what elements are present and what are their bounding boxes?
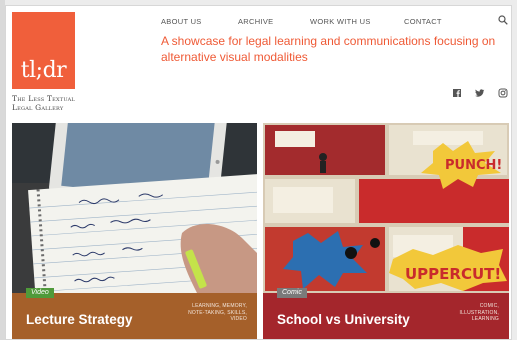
site-name-line2: Legal Gallery	[12, 103, 64, 112]
site-name-line1: The Less Textual	[12, 94, 75, 103]
category-badge[interactable]: Comic	[277, 288, 307, 298]
nav-contact[interactable]: CONTACT	[404, 17, 442, 26]
lecture-strategy-thumbnail	[12, 123, 257, 293]
site-name: The Less Textual Legal Gallery	[12, 94, 132, 112]
card-title[interactable]: Lecture Strategy	[26, 312, 133, 327]
school-vs-university-thumbnail: PUNCH! UPPERCUT!	[263, 123, 509, 293]
search-icon[interactable]	[498, 15, 508, 25]
site-tagline: A showcase for legal learning and commun…	[161, 34, 496, 64]
instagram-icon[interactable]	[498, 88, 508, 98]
nav-archive[interactable]: ARCHIVE	[238, 17, 273, 26]
card-tag: Video	[230, 316, 247, 322]
svg-text:UPPERCUT!: UPPERCUT!	[405, 265, 501, 283]
card-school-vs-university[interactable]: PUNCH! UPPERCUT! Comic School vs Univers…	[263, 123, 509, 339]
category-badge[interactable]: Video	[26, 288, 54, 298]
twitter-icon[interactable]	[475, 88, 485, 98]
svg-text:PUNCH!: PUNCH!	[445, 158, 502, 173]
nav-work-with-us[interactable]: WORK WITH US	[310, 17, 371, 26]
card-title[interactable]: School vs University	[277, 312, 410, 327]
nav-about-us[interactable]: ABOUT US	[161, 17, 202, 26]
site-logo[interactable]: tl;dr	[12, 12, 75, 89]
page: tl;dr The Less Textual Legal Gallery ABO…	[5, 5, 512, 340]
logo-text: tl;dr	[20, 58, 67, 83]
card-tag: Learning, Memory,	[192, 303, 247, 309]
facebook-icon[interactable]	[452, 88, 462, 98]
card-lecture-strategy[interactable]: Video Lecture Strategy Learning, Memory,…	[12, 123, 257, 339]
card-tag: Learning	[471, 316, 499, 322]
card-tags: Comic, Illustration, Learning	[460, 303, 499, 323]
card-tags: Learning, Memory, Note-taking, Skills, V…	[188, 303, 247, 323]
